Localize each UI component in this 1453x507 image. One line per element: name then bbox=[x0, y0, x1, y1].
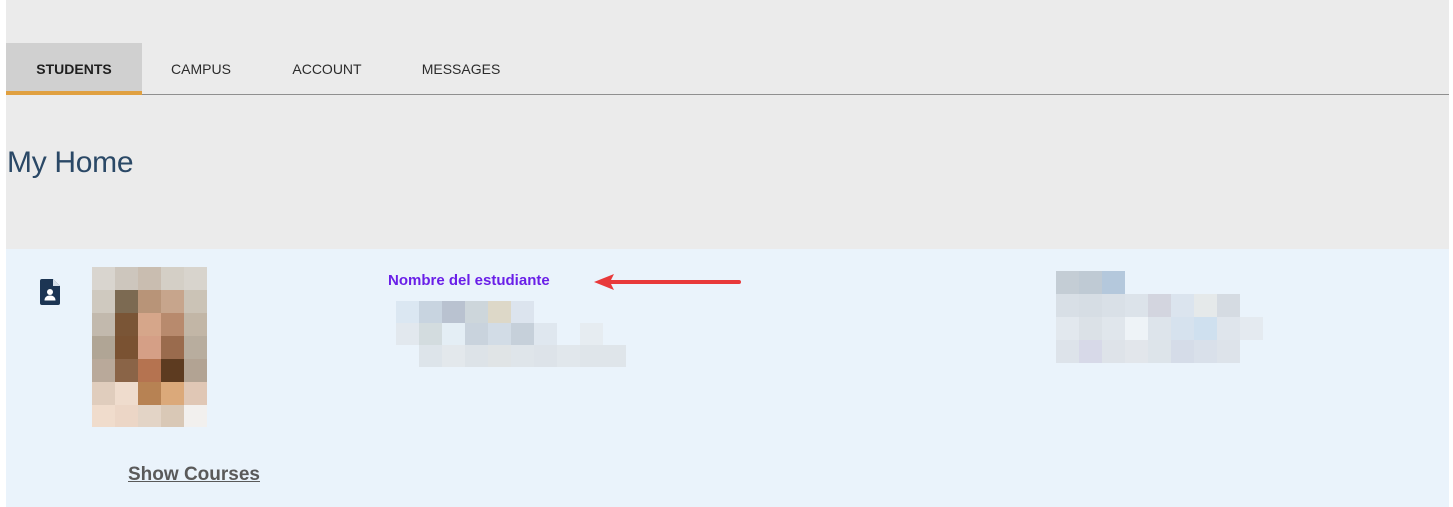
annotation-arrow-icon bbox=[594, 274, 741, 290]
student-name-annotation: Nombre del estudiante bbox=[388, 272, 550, 289]
tab-students-label: STUDENTS bbox=[36, 60, 112, 77]
student-photo bbox=[92, 267, 207, 427]
main-tab-bar: STUDENTS CAMPUS ACCOUNT MESSAGES bbox=[6, 43, 1449, 95]
tab-messages-label: MESSAGES bbox=[421, 60, 501, 77]
redacted-student-details bbox=[1056, 271, 1263, 363]
tab-messages[interactable]: MESSAGES bbox=[406, 43, 516, 94]
tab-students[interactable]: STUDENTS bbox=[6, 43, 142, 95]
show-courses-link[interactable]: Show Courses bbox=[128, 464, 260, 486]
page-title: My Home bbox=[7, 146, 134, 179]
redacted-student-info bbox=[396, 301, 626, 367]
student-card: Nombre del estudiante Show Courses bbox=[6, 249, 1449, 507]
tab-campus[interactable]: CAMPUS bbox=[153, 43, 249, 94]
portal-shell: STUDENTS CAMPUS ACCOUNT MESSAGES My Home bbox=[6, 0, 1449, 507]
tab-campus-label: CAMPUS bbox=[171, 60, 231, 77]
tab-account-label: ACCOUNT bbox=[292, 60, 362, 77]
app-frame: STUDENTS CAMPUS ACCOUNT MESSAGES My Home bbox=[0, 0, 1453, 507]
student-id-icon bbox=[40, 279, 60, 305]
tab-account[interactable]: ACCOUNT bbox=[274, 43, 380, 94]
